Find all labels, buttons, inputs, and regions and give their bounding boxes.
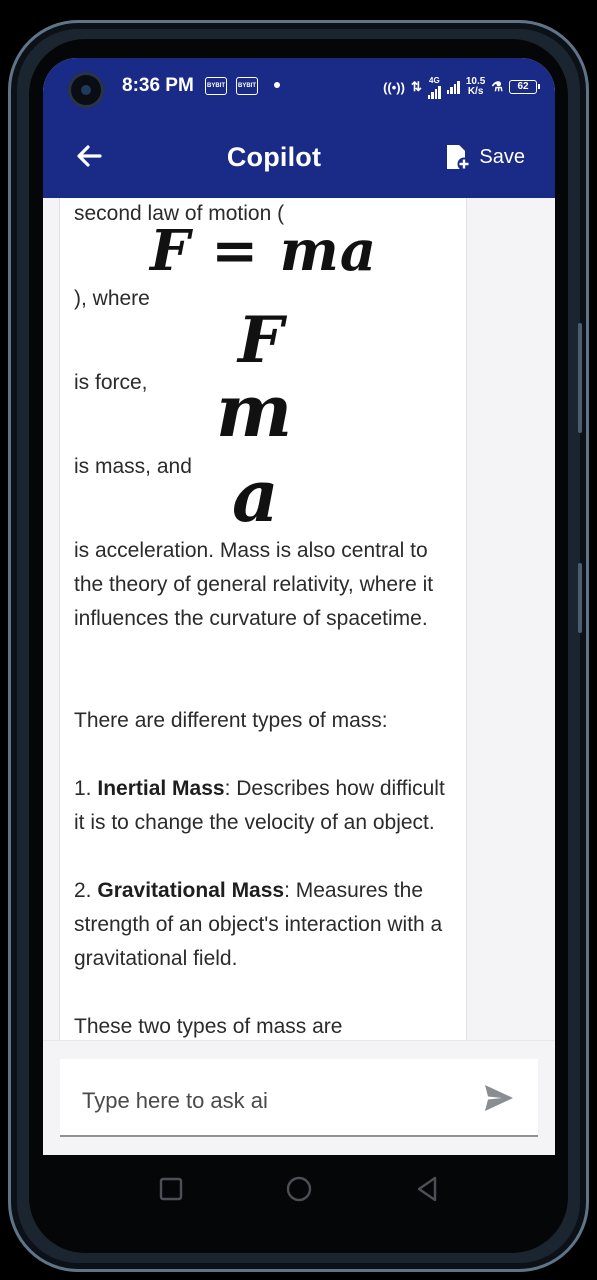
status-bar: 8:36 PM BYBIT BYBIT ((•)) ⇅ 4G 10.5 K/s … [43, 58, 555, 118]
data-arrows-icon: ⇅ [410, 79, 422, 94]
signal-icon [427, 85, 441, 99]
front-camera [68, 72, 104, 108]
app-bar: Copilot Save [43, 118, 555, 198]
message-paragraph: These two types of mass are [74, 1015, 343, 1038]
variable-a: a [232, 453, 279, 538]
send-icon [485, 1085, 513, 1111]
system-navigation-bar [43, 1155, 555, 1225]
network-speed-unit: K/s [467, 86, 484, 97]
list-item: 2. Gravitational Mass: Measures the stre… [74, 874, 458, 976]
recents-square-icon [159, 1177, 183, 1201]
bybit-notification-icon: BYBIT [205, 77, 227, 95]
list-item-title: Gravitational Mass [97, 879, 285, 902]
battery-icon: 62 [509, 80, 540, 94]
ask-ai-input[interactable] [82, 1081, 462, 1121]
home-button[interactable] [285, 1175, 313, 1203]
power-button [578, 563, 582, 633]
save-document-icon [447, 145, 471, 171]
message-text: is mass, and [74, 455, 192, 478]
chat-area[interactable]: second law of motion ( F = ma ), where F… [43, 198, 555, 1040]
save-label: Save [479, 145, 525, 168]
flask-icon: ⚗ [491, 79, 503, 94]
back-triangle-icon [417, 1176, 437, 1202]
list-number: 1. [74, 777, 92, 800]
status-time: 8:36 PM [122, 75, 194, 96]
recents-button[interactable] [157, 1175, 185, 1203]
page-title: Copilot [226, 142, 322, 172]
list-item: 1. Inertial Mass: Describes how difficul… [74, 772, 458, 840]
list-item-title: Inertial Mass [97, 777, 225, 800]
list-number: 2. [74, 879, 92, 902]
more-notifications-dot [274, 82, 280, 88]
equation-f-ma: F = ma [150, 218, 378, 284]
input-bar [43, 1040, 555, 1155]
variable-f: F [238, 303, 284, 378]
signal-icon [446, 80, 460, 94]
message-paragraph: is acceleration. Mass is also central to… [74, 539, 434, 630]
save-button[interactable]: Save [445, 142, 525, 172]
home-circle-icon [286, 1176, 312, 1202]
input-container [60, 1059, 538, 1137]
variable-m: m [216, 368, 293, 453]
ai-response-message: second law of motion ( F = ma ), where F… [59, 198, 467, 1040]
status-icons: ((•)) ⇅ 4G 10.5 K/s ⚗ 62 [383, 72, 540, 102]
message-paragraph: There are different types of mass: [74, 709, 388, 732]
message-text: ), where [74, 287, 150, 310]
hotspot-icon: ((•)) [383, 79, 405, 95]
volume-button [578, 323, 582, 433]
battery-level: 62 [517, 81, 529, 92]
screen: 8:36 PM BYBIT BYBIT ((•)) ⇅ 4G 10.5 K/s … [43, 58, 555, 1155]
back-nav-button[interactable] [413, 1175, 441, 1203]
signal-4g-group: 4G [427, 75, 441, 99]
network-type-label: 4G [429, 75, 440, 85]
message-text: is force, [74, 371, 148, 394]
send-button[interactable] [482, 1081, 516, 1115]
network-speed: 10.5 K/s [466, 77, 485, 97]
bybit-notification-icon: BYBIT [236, 77, 258, 95]
